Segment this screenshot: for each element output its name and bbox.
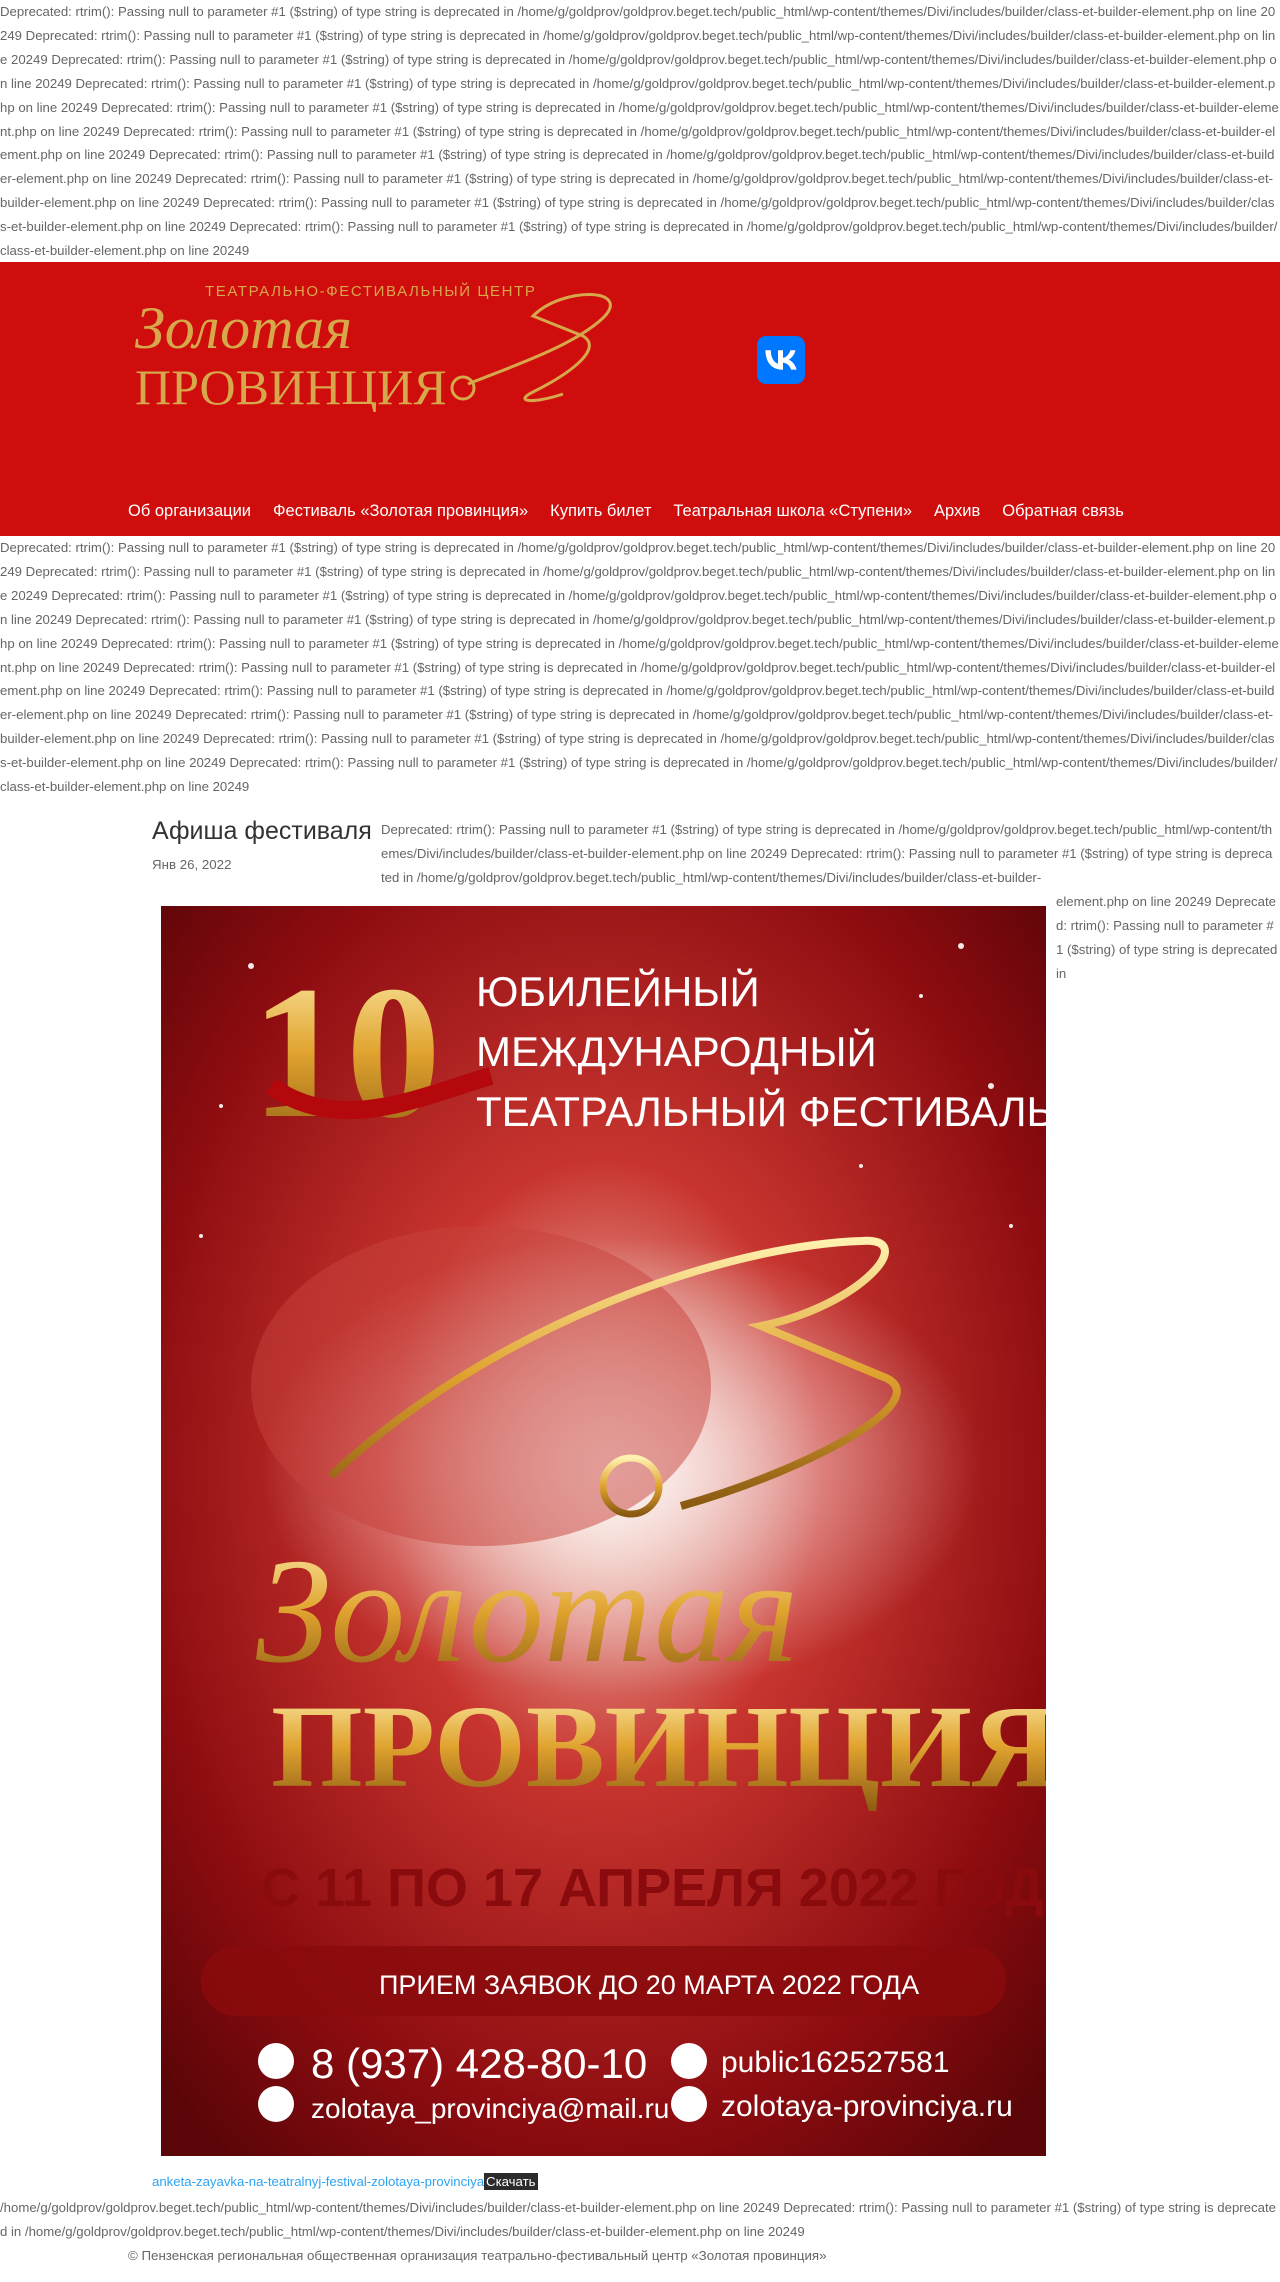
logo-mask-icon xyxy=(450,375,476,401)
nav-item-buy-ticket[interactable]: Купить билет xyxy=(539,484,662,539)
logo-line2: ПРОВИНЦИЯ xyxy=(135,359,447,412)
logo-swoosh-icon xyxy=(467,293,612,403)
main-navigation: Об организации Фестиваль «Золотая провин… xyxy=(117,484,1135,539)
poster-phone-icon xyxy=(258,2043,294,2079)
php-deprecation-notices-middle: Deprecated: rtrim(): Passing null to par… xyxy=(0,540,1279,795)
poster-heading-line1: ЮБИЛЕЙНЫЙ xyxy=(476,967,760,1015)
poster-phone: 8 (937) 428-80-10 xyxy=(311,2040,647,2087)
vk-icon xyxy=(765,350,797,370)
poster-number: 10 xyxy=(251,948,441,1158)
file-download-link[interactable]: anketa-zayavka-na-teatralnyj-festival-zo… xyxy=(152,2174,484,2189)
post-date: Янв 26, 2022 xyxy=(152,857,232,872)
poster-dates: С 11 ПО 17 АПРЕЛЯ 2022 ГОДА xyxy=(261,1858,1046,1918)
poster-globe-icon xyxy=(671,2086,707,2122)
php-deprecation-notices-bottom: /home/g/goldprov/goldprov.beget.tech/pub… xyxy=(0,2200,1276,2239)
poster-heading-line3: ТЕАТРАЛЬНЫЙ ФЕСТИВАЛЬ xyxy=(476,1087,1046,1135)
poster-deadline: ПРИЕМ ЗАЯВОК ДО 20 МАРТА 2022 ГОДА xyxy=(379,1970,919,2000)
nav-item-festival[interactable]: Фестиваль «Золотая провинция» xyxy=(262,484,539,539)
php-deprecation-notices-side-continued: element.php on line 20249 Deprecated: rt… xyxy=(1056,894,1278,981)
file-download-row: anketa-zayavka-na-teatralnyj-festival-zo… xyxy=(152,2173,538,2190)
poster-heading-line2: МЕЖДУНАРОДНЫЙ xyxy=(476,1027,877,1075)
vk-social-button[interactable] xyxy=(757,336,805,384)
logo-line1: Золотая xyxy=(135,295,352,361)
footer-copyright: © Пензенская региональная общественная о… xyxy=(128,2248,827,2263)
nav-item-archive[interactable]: Архив xyxy=(923,484,991,539)
php-deprecation-notices-side: Deprecated: rtrim(): Passing null to par… xyxy=(381,822,1273,885)
poster-site: zolotaya-provinciya.ru xyxy=(721,2090,1013,2123)
poster-vk: public162527581 xyxy=(721,2046,950,2079)
nav-item-theater-school[interactable]: Театральная школа «Ступени» xyxy=(662,484,923,539)
download-button[interactable]: Скачать xyxy=(484,2173,538,2190)
site-header: ТЕАТРАЛЬНО-ФЕСТИВАЛЬНЫЙ ЦЕНТР Золотая ПР… xyxy=(0,262,1280,536)
nav-item-about[interactable]: Об организации xyxy=(117,484,262,539)
poster-vk-icon xyxy=(671,2043,707,2079)
poster-name-line2: ПРОВИНЦИЯ xyxy=(271,1681,1046,1812)
poster-name-line1: Золотая xyxy=(256,1528,799,1694)
festival-poster-image: 10 ЮБИЛЕЙНЫЙ МЕЖДУНАРОДНЫЙ ТЕАТРАЛЬНЫЙ Ф… xyxy=(161,906,1046,2156)
poster-email: zolotaya_provinciya@mail.ru xyxy=(311,2093,669,2124)
poster-mail-icon xyxy=(258,2086,294,2122)
site-logo[interactable]: ТЕАТРАЛЬНО-ФЕСТИВАЛЬНЫЙ ЦЕНТР Золотая ПР… xyxy=(133,276,738,412)
post-title: Афиша фестиваля xyxy=(152,817,372,845)
php-deprecation-notices-top: Deprecated: rtrim(): Passing null to par… xyxy=(0,4,1279,259)
nav-item-feedback[interactable]: Обратная связь xyxy=(991,484,1135,539)
poster-mask-shape xyxy=(251,1226,711,1546)
